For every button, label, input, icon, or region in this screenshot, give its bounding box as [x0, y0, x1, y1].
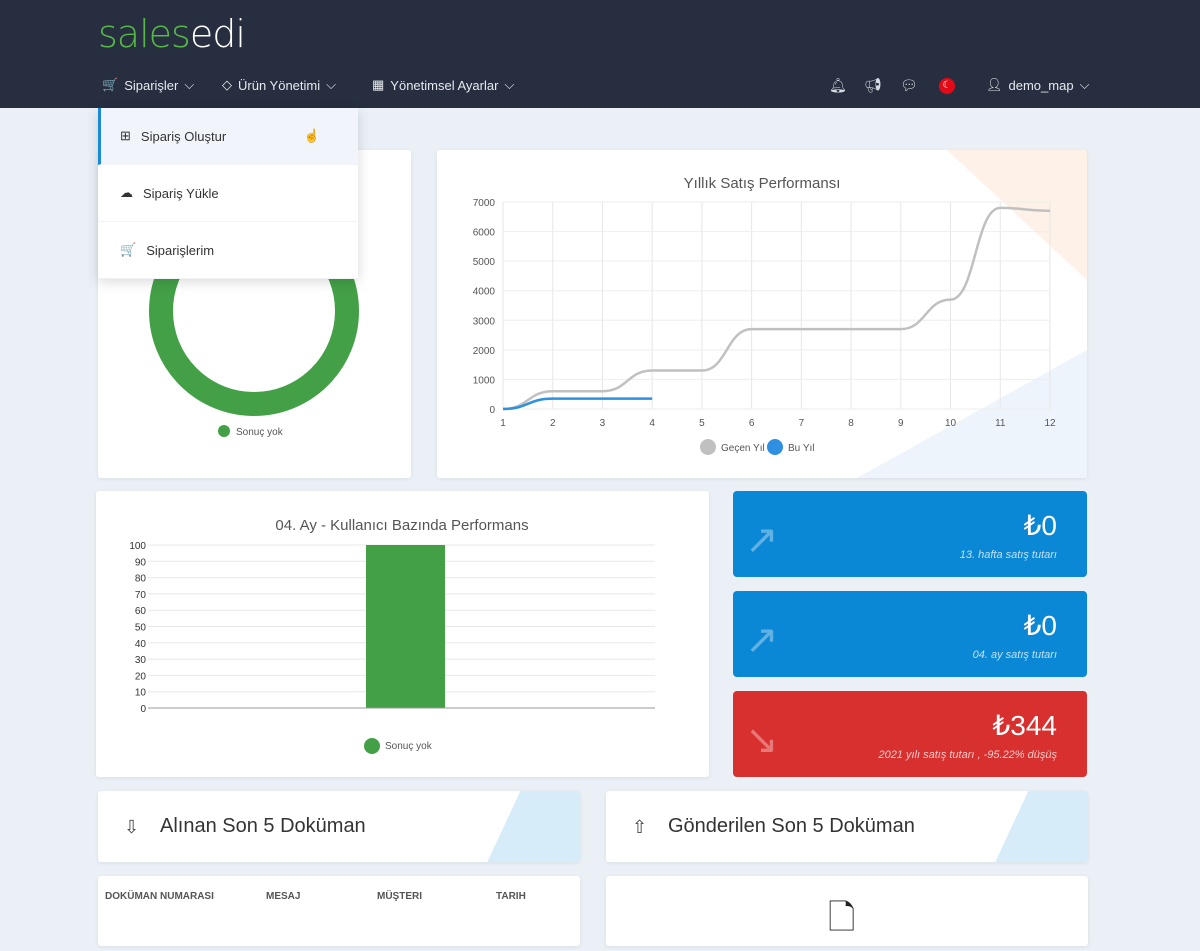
legend-label: Sonuç yok [385, 741, 433, 752]
x-tick-label: 12 [1044, 418, 1056, 429]
x-tick-label: 4 [649, 418, 655, 429]
legend-label: Bu Yıl [788, 443, 815, 454]
chevron-down-icon: ⌵ [1079, 77, 1090, 92]
trend-up-icon: ↗ [745, 518, 779, 562]
stat-card-week: ↗ ₺0 13. hafta satış tutarı [733, 491, 1087, 577]
x-tick-label: 3 [600, 418, 606, 429]
x-tick-label: 8 [848, 418, 854, 429]
x-tick-label: 11 [995, 418, 1006, 429]
tag-icon: ◇ [222, 77, 232, 92]
y-tick-label: 60 [135, 606, 147, 617]
download-docs-icon: ⇩ [124, 817, 140, 837]
y-tick-label: 0 [489, 405, 495, 416]
column-header: MESAJ [266, 891, 301, 902]
upload-docs-icon: ⇧ [632, 817, 648, 837]
x-tick-label: 10 [945, 418, 957, 429]
cloud-upload-icon: ☁ [120, 185, 133, 200]
y-tick-label: 90 [135, 557, 147, 568]
y-tick-label: 4000 [473, 287, 496, 298]
user-menu[interactable]: 👤︎ demo_map ⌵ [986, 77, 1089, 93]
received-docs-table: DOKÜMAN NUMARASI MESAJ MÜŞTERI TARIH [98, 876, 580, 946]
chevron-down-icon: ⌵ [504, 77, 515, 92]
menu-yonetimsel-ayarlar[interactable]: ▦ Yönetimsel Ayarlar ⌵ [372, 77, 514, 93]
chart-title: Yıllık Satış Performansı [684, 175, 841, 192]
logo[interactable]: salesedi [98, 12, 246, 56]
x-tick-label: 1 [500, 418, 506, 429]
y-tick-label: 80 [135, 574, 147, 585]
x-tick-label: 6 [749, 418, 755, 429]
dropdown-item-siparislerim[interactable]: 🛒 Siparişlerim [98, 222, 358, 279]
series-line-1 [502, 397, 653, 411]
chevron-down-icon: ⌵ [326, 77, 336, 92]
turkey-flag-icon[interactable]: ☾ [939, 78, 955, 94]
y-tick-label: 3000 [473, 316, 496, 327]
menu-urun-yonetimi[interactable]: ◇ Ürün Yönetimi ⌵ [222, 77, 336, 93]
line-chart-card: Yıllık Satış Performansı 1 2 3 4 5 6 7 8 9 10 11 12… [437, 150, 1087, 478]
cart-icon: 🛒 [120, 242, 137, 257]
y-tick-label: 40 [135, 639, 147, 650]
column-header: TARIH [496, 891, 526, 902]
stat-card-month: ↗ ₺0 04. ay satış tutarı [733, 591, 1087, 677]
chevron-down-icon: ⌵ [184, 77, 195, 92]
legend-dot [218, 425, 230, 437]
x-tick-label: 5 [699, 418, 705, 429]
bar [366, 545, 445, 708]
hand-cursor-icon: ☝ [303, 128, 320, 143]
legend-marker [700, 439, 716, 455]
y-tick-label: 100 [129, 541, 146, 552]
legend-marker [364, 738, 380, 754]
x-tick-label: 2 [550, 418, 556, 429]
trend-up-icon: ↗ [745, 618, 779, 662]
y-tick-label: 1000 [473, 375, 496, 386]
dropdown-item-siparis-yukle[interactable]: ☁ Sipariş Yükle [98, 165, 358, 222]
stat-card-year: ↘ ₺344 2021 yılı satış tutarı , -95.22% dü… [733, 691, 1087, 777]
chat-icon[interactable]: 💬︎ [900, 77, 918, 94]
yearly-sales-chart: Yıllık Satış Performansı 1 2 3 4 5 6 7 8 9 10 11 12… [473, 150, 1087, 478]
y-tick-label: 70 [135, 590, 147, 601]
megaphone-icon[interactable]: 📢︎ [864, 77, 882, 94]
bar-chart-card: 04. Ay - Kullanıcı Bazında Performans 0 1… [96, 491, 709, 777]
trend-down-icon: ↘ [745, 718, 779, 762]
y-tick-label: 7000 [473, 198, 496, 209]
siparisler-dropdown: ⊞ Sipariş Oluştur ☝ ☁ Sipariş Yükle 🛒 Sipari… [98, 108, 358, 279]
y-tick-label: 50 [135, 623, 147, 634]
received-docs-header: ⇩ Alınan Son 5 Doküman [98, 791, 580, 862]
sent-docs-empty: 🗋 [606, 876, 1088, 946]
series-line-0 [502, 206, 1051, 411]
x-tick-label: 7 [799, 418, 805, 429]
building-icon: ▦ [372, 77, 385, 92]
sent-docs-header: ⇧ Gönderilen Son 5 Doküman [606, 791, 1088, 862]
donut-legend: Sonuç yok [236, 427, 284, 438]
x-tick-label: 9 [898, 418, 904, 429]
dropdown-item-siparis-olustur[interactable]: ⊞ Sipariş Oluştur ☝ [98, 108, 358, 165]
y-tick-label: 10 [135, 688, 147, 699]
menu-siparisler[interactable]: 🛒 Siparişler ⌵ [102, 77, 194, 93]
column-header: MÜŞTERI [377, 891, 422, 902]
add-document-icon: ⊞ [120, 128, 131, 143]
y-tick-label: 30 [135, 655, 147, 666]
user-icon: 👤︎ [986, 77, 1003, 92]
top-navbar: salesedi 🛒 Siparişler ⌵ ◇ Ürün Yönetimi ⌵ ▦ Y… [0, 0, 1200, 108]
user-performance-chart: 04. Ay - Kullanıcı Bazında Performans 0 1… [129, 517, 655, 754]
y-tick-label: 0 [140, 704, 146, 715]
legend-marker [767, 439, 783, 455]
cart-icon: 🛒 [102, 77, 119, 92]
legend-label: Geçen Yıl [721, 443, 765, 454]
y-tick-label: 2000 [473, 346, 496, 357]
empty-document-icon: 🗋 [828, 899, 856, 937]
y-tick-label: 20 [135, 671, 147, 682]
chart-title: 04. Ay - Kullanıcı Bazında Performans [275, 517, 528, 534]
y-tick-label: 5000 [473, 257, 496, 268]
y-tick-label: 6000 [473, 228, 496, 239]
column-header: DOKÜMAN NUMARASI [105, 891, 214, 902]
bell-icon[interactable]: 🔔︎ [829, 77, 847, 94]
